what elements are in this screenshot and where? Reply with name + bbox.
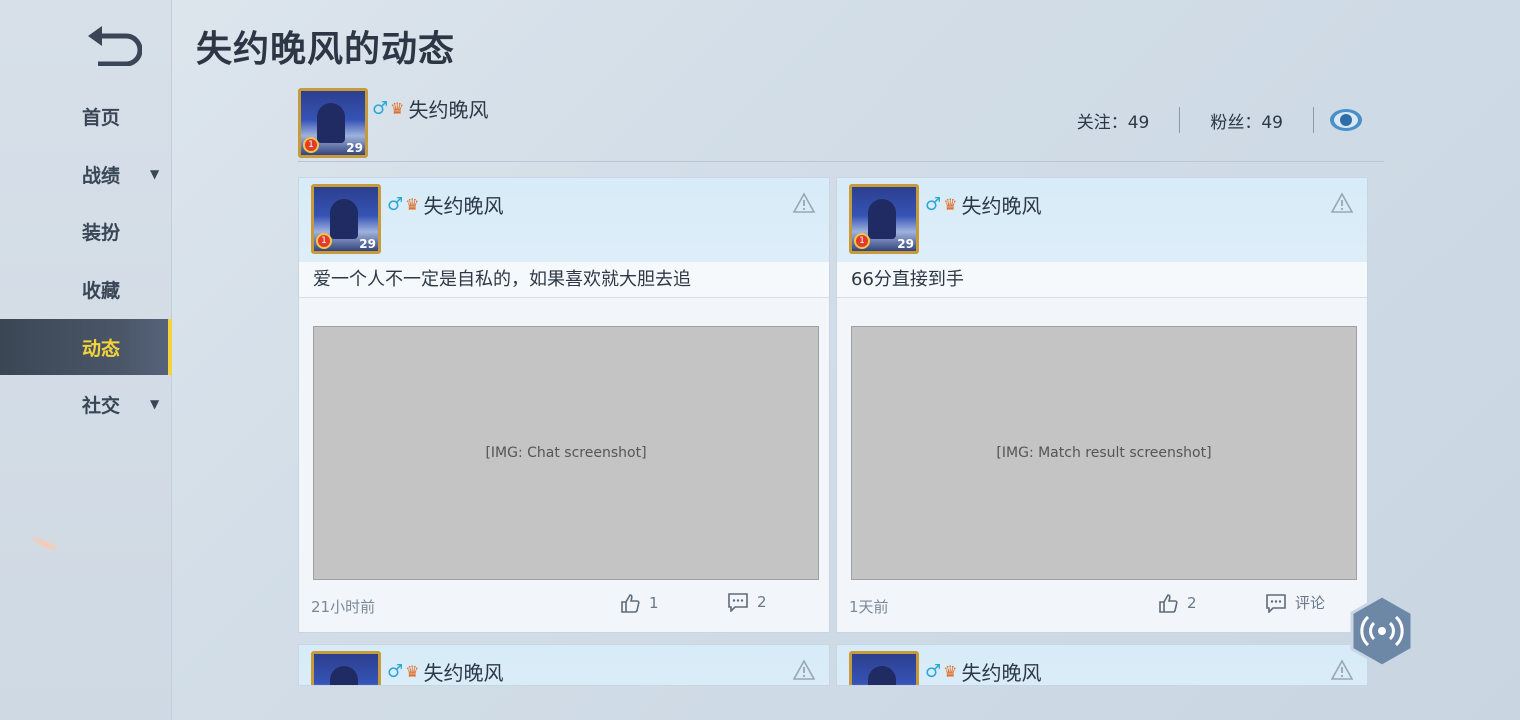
avatar[interactable]: 1 29 (311, 184, 381, 254)
report-warning-icon[interactable] (793, 192, 815, 214)
post-card: ♂ ♛ 失约晚风 (298, 644, 830, 686)
sidebar-item-record[interactable]: 战绩 ▼ (0, 146, 172, 202)
sidebar-item-label: 战绩 (82, 164, 121, 187)
post-header: 1 29 ♂ ♛ 失约晚风 (837, 178, 1367, 262)
avatar-figure (868, 199, 896, 239)
like-count: 2 (1187, 594, 1197, 612)
post-name-row: ♂ ♛ 失约晚风 (387, 190, 503, 219)
thumbs-up-icon (621, 594, 640, 613)
avatar-figure (868, 666, 896, 685)
post-username: 失约晚风 (423, 661, 504, 685)
crown-icon: ♛ (943, 195, 958, 214)
fans-count[interactable]: 粉丝：49 (1180, 108, 1313, 133)
post-time: 21小时前 (311, 598, 376, 616)
report-warning-icon[interactable] (793, 659, 815, 681)
crown-icon: ♛ (943, 662, 958, 681)
post-image[interactable]: [IMG: Match result screenshot] (851, 326, 1357, 580)
post-card: 1 29 ♂ ♛ 失约晚风 爱一个人不一定是自私的，如果喜欢就大胆去追 [IMG… (298, 177, 830, 633)
post-card: 1 29 ♂ ♛ 失约晚风 66分直接到手 [IMG: Match result… (836, 177, 1368, 633)
post-username: 失约晚风 (961, 661, 1042, 685)
eye-icon[interactable] (1328, 106, 1364, 134)
post-name-row: ♂ ♛ 失约晚风 (925, 657, 1042, 685)
male-icon: ♂ (925, 194, 942, 215)
image-placeholder: [IMG: Chat screenshot] (313, 326, 819, 580)
light-glare (29, 534, 61, 554)
divider (1313, 107, 1314, 133)
thumbs-up-icon (1159, 594, 1178, 613)
avatar-figure (330, 666, 358, 685)
sidebar-item-home[interactable]: 首页 (0, 88, 172, 144)
profile-stats: 关注：49 粉丝：49 (1047, 106, 1364, 134)
post-image[interactable]: [IMG: Chat screenshot] (313, 326, 819, 580)
profile-name-row: ♂ ♛ 失约晚风 (372, 94, 488, 123)
post-card: ♂ ♛ 失约晚风 (836, 644, 1368, 686)
avatar[interactable] (311, 651, 381, 685)
post-footer: 1天前 2 评论 (837, 592, 1367, 632)
sidebar-item-outfit[interactable]: 装扮 (0, 203, 172, 259)
avatar[interactable] (849, 651, 919, 685)
post-text: 66分直接到手 (837, 262, 1367, 298)
post-footer: 21小时前 1 2 (299, 592, 829, 632)
comment-button[interactable]: 2 (727, 592, 767, 612)
rank-badge: 1 (303, 137, 319, 153)
like-button[interactable]: 2 (1157, 592, 1197, 614)
male-icon: ♂ (387, 661, 404, 682)
sidebar-item-label: 动态 (82, 337, 121, 360)
level-badge: 29 (359, 237, 376, 251)
comment-icon (728, 593, 748, 612)
rank-badge: 1 (316, 233, 332, 249)
post-username: 失约晚风 (423, 194, 504, 218)
post-time: 1天前 (849, 598, 889, 616)
post-text: 爱一个人不一定是自私的，如果喜欢就大胆去追 (299, 262, 829, 298)
page-title: 失约晚风的动态 (196, 29, 456, 70)
crown-icon: ♛ (405, 662, 420, 681)
post-name-row: ♂ ♛ 失约晚风 (387, 657, 504, 685)
rank-badge: 1 (854, 233, 870, 249)
back-arrow-icon[interactable] (82, 22, 142, 66)
comment-icon (1266, 593, 1286, 613)
comment-button[interactable]: 评论 (1265, 592, 1325, 613)
profile-header: 1 29 ♂ ♛ 失约晚风 关注：49 粉丝：49 (298, 88, 1384, 162)
report-warning-icon[interactable] (1331, 192, 1353, 214)
level-badge: 29 (346, 141, 363, 155)
caret-down-icon: ▼ (150, 167, 160, 181)
sidebar: 首页 战绩 ▼ 装扮 收藏 动态 社交 ▼ (0, 0, 172, 720)
post-header: ♂ ♛ 失约晚风 (299, 645, 829, 685)
male-icon: ♂ (925, 661, 942, 682)
like-button[interactable]: 1 (619, 592, 659, 614)
comment-count: 2 (757, 593, 767, 611)
sidebar-item-moments[interactable]: 动态 (0, 319, 172, 375)
comment-label: 评论 (1295, 594, 1326, 612)
profile-username: 失约晚风 (408, 98, 489, 122)
avatar-figure (317, 103, 345, 143)
broadcast-icon[interactable] (1348, 594, 1416, 668)
crown-icon: ♛ (405, 195, 420, 214)
avatar-figure (330, 199, 358, 239)
crown-icon: ♛ (390, 99, 405, 118)
avatar[interactable]: 1 29 (849, 184, 919, 254)
sidebar-item-label: 社交 (82, 394, 121, 417)
sidebar-item-label: 收藏 (82, 279, 121, 302)
level-badge: 29 (897, 237, 914, 251)
male-icon: ♂ (387, 194, 404, 215)
post-header: 1 29 ♂ ♛ 失约晚风 (299, 178, 829, 262)
image-placeholder: [IMG: Match result screenshot] (851, 326, 1357, 580)
like-count: 1 (649, 594, 659, 612)
sidebar-item-label: 装扮 (82, 221, 121, 244)
sidebar-item-social[interactable]: 社交 ▼ (0, 376, 172, 432)
sidebar-item-label: 首页 (82, 106, 121, 129)
caret-down-icon: ▼ (150, 397, 160, 411)
post-username: 失约晚风 (961, 194, 1042, 218)
avatar[interactable]: 1 29 (298, 88, 368, 158)
sidebar-item-favorites[interactable]: 收藏 (0, 261, 172, 317)
post-name-row: ♂ ♛ 失约晚风 (925, 190, 1041, 219)
post-header: ♂ ♛ 失约晚风 (837, 645, 1367, 685)
follow-count[interactable]: 关注：49 (1047, 108, 1180, 133)
male-icon: ♂ (372, 98, 389, 119)
